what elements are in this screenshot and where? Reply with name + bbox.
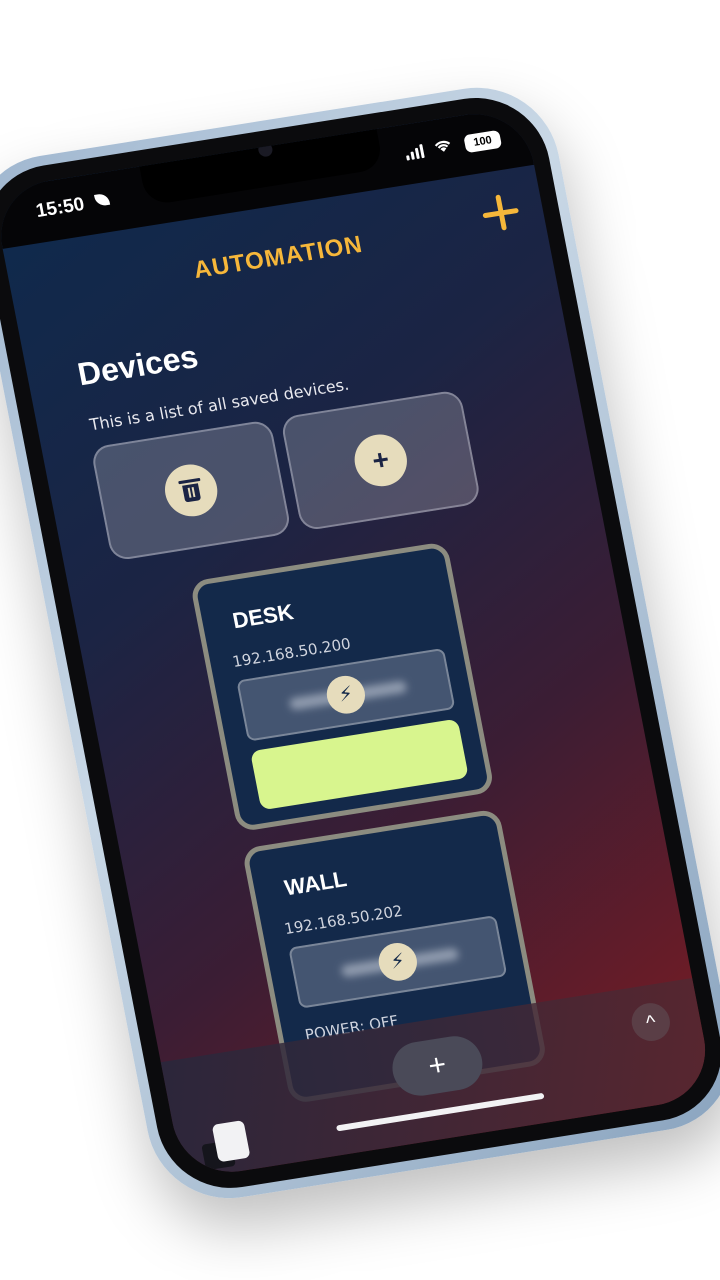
scroll-up-button[interactable]: ^: [628, 1000, 674, 1044]
add-device-top-button[interactable]: [477, 190, 524, 236]
add-device-tile[interactable]: +: [279, 389, 482, 532]
wifi-icon: [434, 140, 451, 152]
device-name: DESK: [230, 599, 296, 634]
add-floating-button[interactable]: +: [387, 1032, 488, 1100]
add-device-button[interactable]: +: [350, 430, 412, 490]
leaf-icon: [94, 192, 111, 207]
cellular-signal-icon: [404, 144, 425, 161]
home-indicator: [335, 1092, 545, 1132]
lightning-icon[interactable]: ⚡: [375, 940, 421, 984]
trash-icon: [178, 477, 202, 503]
floating-widget[interactable]: [211, 1120, 251, 1163]
app-screen: 15:50 100 AUTOMATION Devices This is a l…: [0, 105, 716, 1181]
battery-indicator: 100: [463, 129, 503, 154]
delete-devices-tile[interactable]: [90, 419, 293, 562]
delete-button[interactable]: [160, 460, 222, 521]
lightning-icon[interactable]: ⚡: [323, 673, 369, 717]
device-name: WALL: [282, 866, 349, 901]
device-card-desk[interactable]: DESK 192.168.50.200 ⚡: [189, 541, 496, 833]
phone-frame: 15:50 100 AUTOMATION Devices This is a l…: [0, 76, 720, 1210]
status-time: 15:50: [34, 193, 87, 223]
page-title: Devices: [74, 338, 201, 393]
